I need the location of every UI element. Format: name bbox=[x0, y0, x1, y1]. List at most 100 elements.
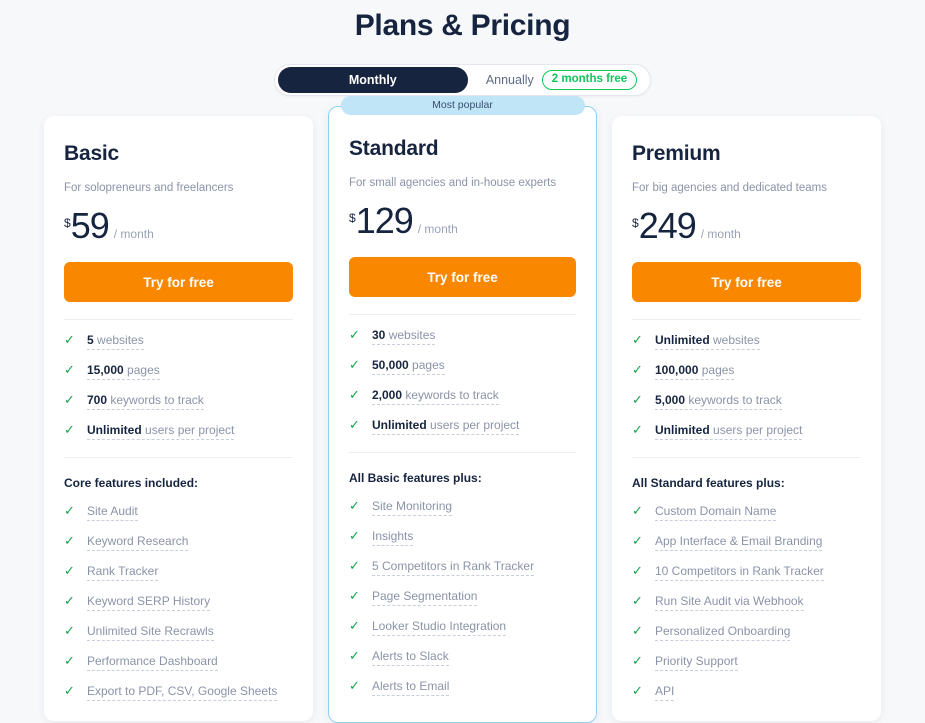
check-icon: ✓ bbox=[64, 503, 75, 518]
list-item: ✓ 5 websites bbox=[64, 332, 293, 350]
list-item: ✓ Priority Support bbox=[632, 653, 861, 671]
plan-description: For big agencies and dedicated teams bbox=[632, 182, 827, 194]
check-icon: ✓ bbox=[349, 558, 360, 573]
check-icon: ✓ bbox=[349, 498, 360, 513]
check-icon: ✓ bbox=[64, 653, 75, 668]
list-item: ✓ Site Monitoring bbox=[349, 498, 576, 516]
check-icon: ✓ bbox=[349, 588, 360, 603]
list-item: ✓ Run Site Audit via Webhook bbox=[632, 593, 861, 611]
check-icon: ✓ bbox=[64, 623, 75, 638]
billing-toggle-wrapper: Monthly Annually 2 months free bbox=[0, 64, 925, 96]
features-heading: All Basic features plus: bbox=[349, 471, 482, 485]
check-icon: ✓ bbox=[349, 357, 360, 372]
feature-text: Personalized Onboarding bbox=[655, 623, 791, 641]
divider bbox=[64, 319, 293, 320]
billing-toggle[interactable]: Monthly Annually 2 months free bbox=[273, 64, 652, 96]
quota-list: ✓ 30 websites ✓ 50,000 pages ✓ 2,000 key… bbox=[349, 327, 576, 435]
check-icon: ✓ bbox=[349, 648, 360, 663]
feature-text: Insights bbox=[372, 528, 414, 546]
toggle-option-monthly[interactable]: Monthly bbox=[277, 67, 468, 93]
quota-list: ✓ Unlimited websites ✓ 100,000 pages ✓ 5… bbox=[632, 332, 861, 440]
quota-label: users per project bbox=[713, 423, 803, 437]
quota-label: keywords to track bbox=[688, 393, 782, 407]
quota-value: 100,000 bbox=[655, 363, 699, 377]
list-item: ✓ Unlimited users per project bbox=[632, 422, 861, 440]
check-icon: ✓ bbox=[632, 422, 643, 437]
list-item: ✓ 700 keywords to track bbox=[64, 392, 293, 410]
check-icon: ✓ bbox=[64, 593, 75, 608]
quota-text: 100,000 pages bbox=[655, 362, 735, 380]
quota-text: 5 websites bbox=[87, 332, 144, 350]
quota-text: 5,000 keywords to track bbox=[655, 392, 782, 410]
quota-text: 2,000 keywords to track bbox=[372, 387, 499, 405]
feature-text: Priority Support bbox=[655, 653, 738, 671]
feature-text: Rank Tracker bbox=[87, 563, 159, 581]
check-icon: ✓ bbox=[349, 528, 360, 543]
features-heading: Core features included: bbox=[64, 476, 199, 490]
quota-value: Unlimited bbox=[655, 423, 710, 437]
list-item: ✓ Unlimited websites bbox=[632, 332, 861, 350]
list-item: ✓ API bbox=[632, 683, 861, 701]
quota-label: pages bbox=[127, 363, 160, 377]
check-icon: ✓ bbox=[64, 563, 75, 578]
pricing-cards: Basic For solopreneurs and freelancers $… bbox=[0, 96, 925, 723]
quota-value: 5 bbox=[87, 333, 94, 347]
feature-text: Custom Domain Name bbox=[655, 503, 777, 521]
quota-value: 30 bbox=[372, 328, 386, 342]
plan-name: Basic bbox=[64, 142, 120, 165]
check-icon: ✓ bbox=[64, 332, 75, 347]
toggle-option-annually[interactable]: Annually bbox=[468, 67, 542, 93]
toggle-monthly-label: Monthly bbox=[348, 73, 397, 87]
try-for-free-button[interactable]: Try for free bbox=[632, 262, 861, 302]
list-item: ✓ Export to PDF, CSV, Google Sheets bbox=[64, 683, 293, 701]
currency-symbol: $ bbox=[349, 211, 356, 225]
feature-text: Export to PDF, CSV, Google Sheets bbox=[87, 683, 278, 701]
pricing-card-basic: Basic For solopreneurs and freelancers $… bbox=[44, 116, 313, 721]
check-icon: ✓ bbox=[632, 653, 643, 668]
plan-description: For solopreneurs and freelancers bbox=[64, 182, 234, 194]
try-for-free-button[interactable]: Try for free bbox=[349, 257, 576, 297]
quota-label: pages bbox=[701, 363, 735, 377]
check-icon: ✓ bbox=[64, 362, 75, 377]
feature-text: Keyword SERP History bbox=[87, 593, 211, 611]
price-row: $ 59 / month bbox=[64, 208, 293, 244]
list-item: ✓ Site Audit bbox=[64, 503, 293, 521]
feature-text: API bbox=[655, 683, 675, 701]
divider bbox=[632, 457, 861, 458]
promo-badge: 2 months free bbox=[541, 69, 638, 91]
try-for-free-button[interactable]: Try for free bbox=[64, 262, 293, 302]
feature-text: Site Audit bbox=[87, 503, 138, 521]
quota-value: 2,000 bbox=[372, 388, 403, 402]
price-row: $ 129 / month bbox=[349, 203, 576, 239]
list-item: ✓ Custom Domain Name bbox=[632, 503, 861, 521]
feature-list: ✓ Custom Domain Name ✓ App Interface & Ema… bbox=[632, 503, 861, 701]
quota-label: keywords to track bbox=[110, 393, 204, 407]
list-item: ✓ Alerts to Slack bbox=[349, 648, 576, 666]
check-icon: ✓ bbox=[349, 327, 360, 342]
check-icon: ✓ bbox=[632, 533, 643, 548]
feature-list: ✓ Site Audit ✓ Keyword Research ✓ Rank Trac… bbox=[64, 503, 293, 701]
feature-text: Site Monitoring bbox=[372, 498, 453, 516]
list-item: ✓ 5 Competitors in Rank Tracker bbox=[349, 558, 576, 576]
list-item: ✓ Performance Dashboard bbox=[64, 653, 293, 671]
quota-label: users per project bbox=[430, 418, 520, 432]
quota-value: 15,000 bbox=[87, 363, 124, 377]
list-item: ✓ Page Segmentation bbox=[349, 588, 576, 606]
list-item: ✓ Keyword Research bbox=[64, 533, 293, 551]
currency-symbol: $ bbox=[64, 216, 71, 230]
list-item: ✓ Alerts to Email bbox=[349, 678, 576, 696]
price-period: / month bbox=[113, 227, 154, 241]
price-row: $ 249 / month bbox=[632, 208, 861, 244]
check-icon: ✓ bbox=[632, 593, 643, 608]
list-item: ✓ 10 Competitors in Rank Tracker bbox=[632, 563, 861, 581]
quota-list: ✓ 5 websites ✓ 15,000 pages ✓ 700 keywor… bbox=[64, 332, 293, 440]
toggle-annually-label: Annually bbox=[485, 73, 534, 87]
list-item: ✓ 30 websites bbox=[349, 327, 576, 345]
quota-label: websites bbox=[713, 333, 760, 347]
features-heading: All Standard features plus: bbox=[632, 476, 785, 490]
most-popular-badge: Most popular bbox=[340, 96, 585, 115]
feature-text: Alerts to Slack bbox=[372, 648, 449, 666]
quota-label: websites bbox=[97, 333, 144, 347]
price-amount: 129 bbox=[355, 200, 414, 241]
quota-text: 700 keywords to track bbox=[87, 392, 204, 410]
